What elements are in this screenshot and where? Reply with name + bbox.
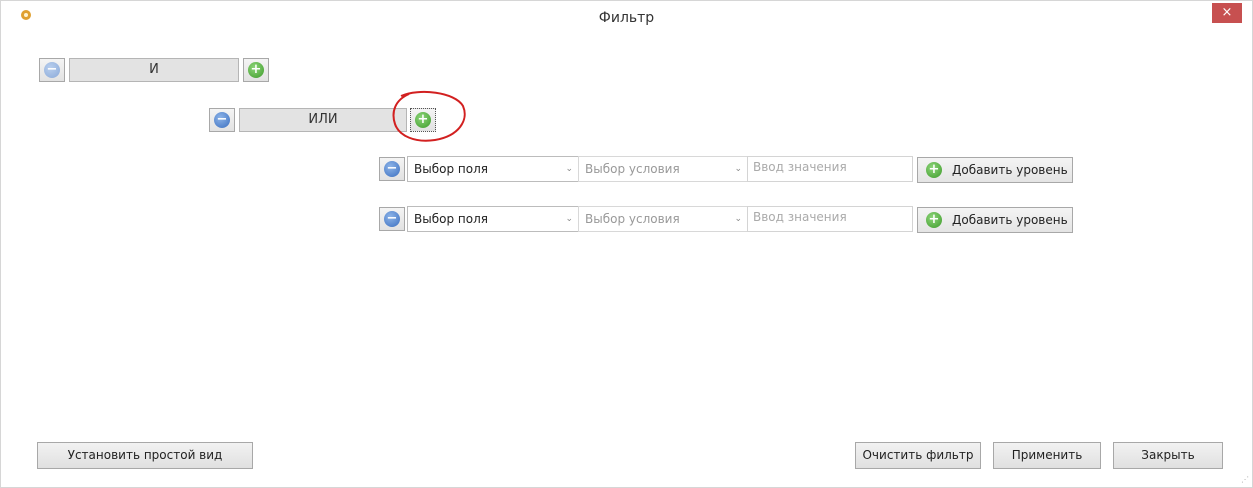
add-to-and-group-button[interactable]: + [243,58,269,82]
filter-window: Фильтр × − И + − ИЛИ + − Выбор поля ⌄ Вы… [0,0,1253,488]
condition-select-value: Выбор условия [585,162,680,176]
field-select-value: Выбор поля [414,212,488,226]
condition-select[interactable]: Выбор условия ⌄ [578,156,748,182]
value-input[interactable]: Ввод значения [747,156,913,182]
value-input-placeholder: Ввод значения [753,210,847,224]
close-window-button[interactable]: × [1212,3,1242,23]
resize-grip-icon[interactable]: ⋰ [1241,475,1249,484]
minus-circle-icon: − [214,112,230,128]
chevron-down-icon: ⌄ [565,214,573,224]
chevron-down-icon: ⌄ [734,164,742,174]
add-level-button[interactable]: + Добавить уровень [917,207,1073,233]
condition-select[interactable]: Выбор условия ⌄ [578,206,748,232]
apply-button[interactable]: Применить [993,442,1101,469]
set-simple-view-button[interactable]: Установить простой вид [37,442,253,469]
annotation-circle [392,90,466,142]
or-operator-label[interactable]: ИЛИ [239,108,407,132]
condition-select-value: Выбор условия [585,212,680,226]
close-button[interactable]: Закрыть [1113,442,1223,469]
add-level-label: Добавить уровень [952,163,1068,177]
remove-condition-button[interactable]: − [379,157,405,181]
minus-circle-icon: − [384,211,400,227]
minus-circle-icon: − [44,62,60,78]
remove-or-group-button[interactable]: − [209,108,235,132]
clear-filter-button[interactable]: Очистить фильтр [855,442,981,469]
field-select[interactable]: Выбор поля ⌄ [407,156,579,182]
remove-condition-button[interactable]: − [379,207,405,231]
value-input-placeholder: Ввод значения [753,160,847,174]
and-operator-label[interactable]: И [69,58,239,82]
chevron-down-icon: ⌄ [734,214,742,224]
remove-and-group-button[interactable]: − [39,58,65,82]
title-bar: Фильтр × [1,1,1252,29]
value-input[interactable]: Ввод значения [747,206,913,232]
plus-circle-icon: + [926,212,942,228]
chevron-down-icon: ⌄ [565,164,573,174]
minus-circle-icon: − [384,161,400,177]
field-select[interactable]: Выбор поля ⌄ [407,206,579,232]
add-level-label: Добавить уровень [952,213,1068,227]
window-title: Фильтр [598,10,655,26]
field-select-value: Выбор поля [414,162,488,176]
plus-circle-icon: + [248,62,264,78]
add-level-button[interactable]: + Добавить уровень [917,157,1073,183]
plus-circle-icon: + [926,162,942,178]
